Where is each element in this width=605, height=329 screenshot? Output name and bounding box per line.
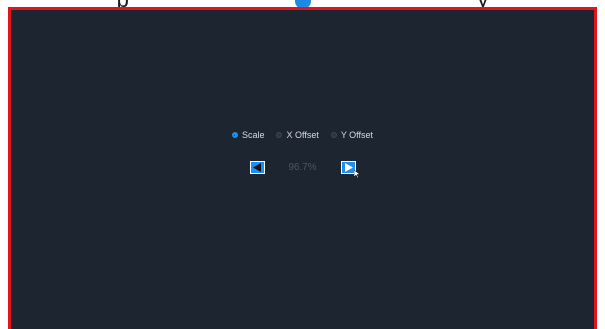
radio-option-y-offset[interactable]: Y Offset <box>330 130 374 140</box>
page: p y Scale X Offset Y Offset <box>0 0 605 329</box>
radio-option-x-offset[interactable]: X Offset <box>276 130 319 140</box>
radio-label-x-offset: X Offset <box>286 130 319 140</box>
display-screen: Scale X Offset Y Offset 96.7% <box>11 10 594 329</box>
arrow-left-icon <box>252 163 261 172</box>
mouse-pointer-icon <box>353 170 360 178</box>
arrow-right-icon <box>344 163 353 172</box>
radio-unselected-icon <box>276 132 283 138</box>
increase-button[interactable] <box>340 161 360 178</box>
radio-label-scale: Scale <box>241 130 265 140</box>
radio-unselected-icon <box>330 132 337 138</box>
radio-label-y-offset: Y Offset <box>340 130 374 140</box>
radio-option-scale[interactable]: Scale <box>231 130 265 140</box>
adjust-mode-radio-group: Scale X Offset Y Offset <box>11 130 594 140</box>
scale-value: 96.7% <box>288 162 317 173</box>
radio-selected-icon <box>231 132 238 138</box>
decrease-button[interactable] <box>249 161 265 174</box>
scale-stepper: 96.7% <box>11 161 594 178</box>
